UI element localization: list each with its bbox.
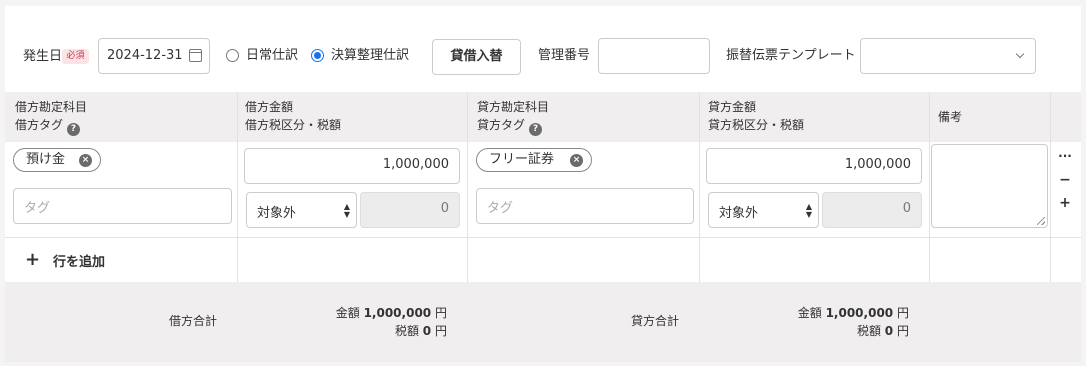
- template-select[interactable]: [860, 38, 1036, 74]
- template-label: 振替伝票テンプレート: [726, 48, 856, 63]
- amount-prefix: 金額: [797, 306, 822, 320]
- credit-total-tax: 税額 0 円: [702, 322, 909, 339]
- credit-amount-input[interactable]: 1,000,000: [706, 148, 922, 184]
- select-arrows-icon: ▲ ▼: [343, 202, 350, 219]
- tax-prefix: 税額: [394, 324, 419, 338]
- credit-account-chip[interactable]: フリー証券 ×: [476, 148, 592, 172]
- credit-tag-placeholder: タグ: [487, 201, 514, 216]
- row-divider: [5, 237, 1081, 238]
- radio-closing-entry[interactable]: [311, 49, 324, 62]
- clear-icon[interactable]: ×: [570, 154, 583, 167]
- debit-account-value: 預け金: [26, 152, 66, 167]
- management-number-label: 管理番号: [538, 48, 591, 63]
- header-memo: 備考: [938, 92, 1048, 142]
- required-badge: 必須: [62, 49, 89, 64]
- add-row-label[interactable]: 行を追加: [53, 251, 105, 270]
- header-debit-account: 借方勘定科目 借方タグ?: [15, 92, 235, 142]
- unit-label: 円: [434, 306, 447, 320]
- more-options-icon[interactable]: ···: [1057, 149, 1073, 163]
- debit-tax-amount-input[interactable]: 0: [360, 192, 460, 228]
- header-debit-amount: 借方金額 借方税区分・税額: [245, 92, 465, 142]
- radio-closing-label[interactable]: 決算整理仕訳: [331, 48, 409, 64]
- debit-tag-placeholder: タグ: [24, 201, 51, 216]
- header-credit-account: 貸方勘定科目 貸方タグ?: [477, 92, 697, 142]
- credit-amount-value: 1,000,000: [844, 157, 911, 172]
- credit-tax-amount-input[interactable]: 0: [822, 192, 922, 228]
- debit-tax-category-select[interactable]: 対象外 ▲ ▼: [246, 192, 357, 228]
- header-credit-amount: 貸方金額 貸方税区分・税額: [708, 92, 928, 142]
- debit-total-label: 借方合計: [168, 314, 217, 328]
- unit-label: 円: [896, 324, 909, 338]
- debit-total-value: 1,000,000: [363, 306, 432, 320]
- calendar-icon[interactable]: [189, 49, 202, 62]
- credit-tax-amount-value: 0: [902, 201, 911, 216]
- resize-handle-icon[interactable]: [1037, 217, 1045, 225]
- radio-normal-label[interactable]: 日常仕訳: [246, 48, 298, 64]
- chevron-down-icon: [1015, 49, 1025, 59]
- header-memo-label: 備考: [938, 110, 963, 124]
- unit-label: 円: [896, 306, 909, 320]
- debit-total-amount: 金額 1,000,000 円: [240, 304, 447, 321]
- header-credit-tax-label: 貸方税区分・税額: [708, 118, 805, 132]
- header-debit-tag-label: 借方タグ: [15, 118, 64, 132]
- date-input[interactable]: 2024-12-31: [98, 38, 210, 74]
- totals-footer: 借方合計 金額 1,000,000 円 税額 0 円 貸方合計 金額 1,000…: [5, 282, 1081, 362]
- credit-tag-input[interactable]: タグ: [476, 188, 694, 224]
- header-credit-amount-label: 貸方金額: [708, 100, 757, 114]
- debit-tax-category-value: 対象外: [257, 206, 297, 221]
- debit-amount-value: 1,000,000: [382, 157, 449, 172]
- journal-entry-panel: 発生日 必須 2024-12-31 日常仕訳 決算整理仕訳 貸借入替 管理番号 …: [5, 6, 1081, 362]
- amount-prefix: 金額: [335, 306, 360, 320]
- header-debit-amount-label: 借方金額: [245, 100, 294, 114]
- header-credit-account-label: 貸方勘定科目: [477, 100, 550, 114]
- header-credit-tag-label: 貸方タグ: [477, 118, 526, 132]
- memo-textarea[interactable]: [931, 144, 1048, 228]
- debit-tag-input[interactable]: タグ: [13, 188, 232, 224]
- clear-icon[interactable]: ×: [79, 154, 92, 167]
- credit-total-label: 貸方合計: [630, 314, 679, 328]
- tax-prefix: 税額: [856, 324, 881, 338]
- credit-total-amount: 金額 1,000,000 円: [702, 304, 909, 321]
- select-arrows-icon: ▲ ▼: [805, 202, 812, 219]
- debit-total-tax: 税額 0 円: [240, 322, 447, 339]
- debit-amount-input[interactable]: 1,000,000: [244, 148, 460, 184]
- credit-account-value: フリー証券: [489, 152, 555, 167]
- add-row-icon[interactable]: +: [1057, 195, 1073, 211]
- credit-tax-total-value: 0: [884, 324, 894, 338]
- header-debit-tax-label: 借方税区分・税額: [245, 118, 342, 132]
- debit-account-chip[interactable]: 預け金 ×: [13, 148, 101, 172]
- credit-tax-category-value: 対象外: [719, 206, 759, 221]
- credit-total-value: 1,000,000: [825, 306, 894, 320]
- plus-icon[interactable]: +: [25, 249, 40, 270]
- management-number-input[interactable]: [598, 38, 710, 74]
- credit-tax-category-select[interactable]: 対象外 ▲ ▼: [708, 192, 819, 228]
- date-value: 2024-12-31: [107, 48, 183, 63]
- debit-tax-amount-value: 0: [440, 201, 449, 216]
- header-debit-account-label: 借方勘定科目: [15, 100, 88, 114]
- radio-normal-entry[interactable]: [226, 49, 239, 62]
- entry-header-bar: 発生日 必須 2024-12-31 日常仕訳 決算整理仕訳 貸借入替 管理番号 …: [5, 6, 1081, 92]
- swap-debit-credit-button[interactable]: 貸借入替: [432, 39, 521, 75]
- help-icon[interactable]: ?: [67, 123, 81, 136]
- help-icon[interactable]: ?: [529, 123, 543, 136]
- date-label: 発生日: [23, 49, 63, 64]
- debit-tax-total-value: 0: [422, 324, 432, 338]
- remove-row-icon[interactable]: −: [1057, 172, 1073, 188]
- table-header: 借方勘定科目 借方タグ? 借方金額 借方税区分・税額 貸方勘定科目 貸方タグ? …: [5, 92, 1081, 142]
- unit-label: 円: [434, 324, 447, 338]
